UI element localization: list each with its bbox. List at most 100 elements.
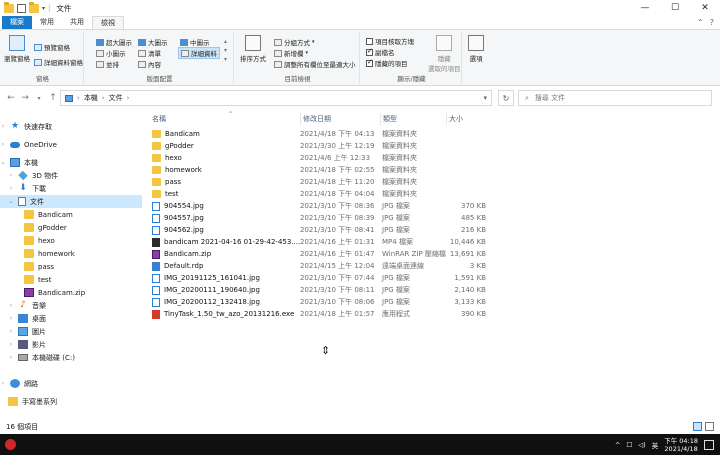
layout-tiles[interactable]: 並排 [96,59,119,69]
notification-center-icon[interactable] [704,439,714,450]
expand-arrow-icon[interactable]: › [8,185,14,192]
hide-selected-button[interactable]: 隱藏 選取的項目 [428,35,461,73]
collapse-arrow-icon[interactable]: ⌄ [8,198,14,205]
up-arrow-icon[interactable]: ↑ [46,93,60,103]
show-hidden-icons-icon[interactable]: ^ [615,441,620,449]
layout-medium-icons[interactable]: 中圖示 [180,37,210,47]
collapse-arrow-icon[interactable]: ⌄ [0,159,6,166]
file-row[interactable]: Bandicam.zip 2021/4/16 上午 01:47 WinRAR ZIP… [148,248,498,260]
nav-item-homework[interactable]: homework [0,247,142,260]
expand-arrow-icon[interactable]: › [8,354,14,361]
file-row[interactable]: gPodder 2021/3/30 上午 12:19 檔案資料夾 [148,140,498,152]
file-row[interactable]: 904562.jpg 2021/3/10 下午 08:41 JPG 檔案 216 KB [148,224,498,236]
expand-arrow-icon[interactable]: › [0,380,6,387]
nav-item-quick-access[interactable]: › ★ 快速存取 [0,120,142,133]
nav-item-music[interactable]: › ♪ 音樂 [0,299,142,312]
layout-details[interactable]: 詳細資料 [178,47,220,59]
file-row[interactable]: IMG_20200112_132418.jpg 2021/3/10 下午 08:0… [148,296,498,308]
file-row[interactable]: homework 2021/4/18 下午 02:55 檔案資料夾 [148,164,498,176]
volume-icon[interactable]: ◁) [638,441,646,449]
nav-item-this-pc[interactable]: ⌄ 本機 [0,156,142,169]
nav-item-desktop[interactable]: › 桌面 [0,312,142,325]
nav-item-handwriting-series[interactable]: 手寫墨系列 [0,395,142,408]
tab-home[interactable]: 常用 [32,16,62,29]
options-button[interactable]: 選項 [468,35,484,63]
size-all-columns-button[interactable]: 調整所有欄位至最適大小 [274,59,356,69]
refresh-button[interactable]: ↻ [498,90,514,106]
expand-arrow-icon[interactable]: › [8,172,14,179]
nav-item-onedrive[interactable]: › OneDrive [0,138,142,151]
nav-item-local-disk-c[interactable]: › 本機磁碟 (C:) [0,351,142,364]
file-row[interactable]: Default.rdp 2021/4/15 上午 12:04 遠端桌面連線 3 KB [148,260,498,272]
nav-item-3d-objects[interactable]: › 3D 物件 [0,169,142,182]
forward-arrow-icon[interactable]: → [18,93,32,103]
file-row[interactable]: 904554.jpg 2021/3/10 下午 08:36 JPG 檔案 370 KB [148,200,498,212]
tab-file[interactable]: 檔案 [2,16,32,29]
sort-by-button[interactable]: 排序方式 [240,35,266,63]
clock[interactable]: 下午 04:18 2021/4/18 [664,437,698,453]
nav-item-test[interactable]: test [0,273,142,286]
recent-locations-chevron-icon[interactable]: ▾ [32,95,46,102]
file-row[interactable]: IMG_20191125_161041.jpg 2021/3/10 下午 07:4… [148,272,498,284]
nav-item-downloads[interactable]: › ⬇ 下載 [0,182,142,195]
nav-item-pictures[interactable]: › 圖片 [0,325,142,338]
nav-item-bandicam-zip[interactable]: Bandicam.zip [0,286,142,299]
new-folder-icon[interactable] [29,1,39,13]
address-dropdown-icon[interactable]: ▾ [483,94,487,102]
expand-arrow-icon[interactable]: › [8,341,14,348]
file-row[interactable]: test 2021/4/18 下午 04:04 檔案資料夾 [148,188,498,200]
tab-share[interactable]: 共用 [62,16,92,29]
expand-arrow-icon[interactable]: › [0,141,6,148]
layout-large-icons[interactable]: 大圖示 [138,37,168,47]
expand-arrow-icon[interactable]: › [0,123,6,130]
expand-arrow-icon[interactable]: › [8,302,14,309]
expand-arrow-icon[interactable]: › [8,315,14,322]
file-row[interactable]: pass 2021/4/18 上午 11:20 檔案資料夾 [148,176,498,188]
start-button[interactable] [0,434,20,455]
nav-item-network[interactable]: › 網路 [0,377,142,390]
column-header-type[interactable]: 類型 [380,113,397,125]
file-row[interactable]: bandicam 2021-04-16 01-29-42-453.... 2021… [148,236,498,248]
help-icon[interactable]: ? [710,18,714,27]
address-bar[interactable]: › 本機 › 文件 › ▾ [60,90,492,106]
column-header-size[interactable]: 大小 [446,113,463,125]
customize-toolbar-icon[interactable]: ▾ [42,5,45,12]
nav-item-pass[interactable]: pass [0,260,142,273]
nav-item-bandicam[interactable]: Bandicam [0,208,142,221]
maximize-button[interactable]: ☐ [660,0,690,16]
properties-icon[interactable] [17,3,26,13]
back-arrow-icon[interactable]: ← [4,93,18,103]
large-icons-view-icon[interactable] [705,422,714,431]
group-by-button[interactable]: 分組方式 ▾ [274,37,315,47]
nav-item-documents[interactable]: ⌄ 文件 [0,195,142,208]
navigation-pane-button[interactable]: 瀏覽窗格 [4,35,30,63]
tab-view[interactable]: 檢視 [92,16,124,29]
nav-item-hexo[interactable]: hexo [0,234,142,247]
layout-content[interactable]: 內容 [138,59,161,69]
column-header-date[interactable]: 修改日期 [300,113,331,125]
item-checkboxes-toggle[interactable]: 項目核取方塊 [366,36,414,46]
file-row[interactable]: TinyTask_1.50_tw_azo_20131216.exe 2021/4/… [148,308,498,320]
add-columns-button[interactable]: 新增欄 ▾ [274,48,308,58]
nav-item-gpodder[interactable]: gPodder [0,221,142,234]
file-row[interactable]: IMG_20200111_190640.jpg 2021/3/10 下午 08:1… [148,284,498,296]
preview-pane-button[interactable]: 預覽窗格 [34,42,70,52]
file-row[interactable]: 904557.jpg 2021/3/10 下午 08:39 JPG 檔案 485 KB [148,212,498,224]
column-header-name[interactable]: 名稱 ^ [152,111,233,125]
breadcrumb-segment[interactable]: 文件 [109,93,123,103]
nav-item-videos[interactable]: › 影片 [0,338,142,351]
network-status-icon[interactable]: ☐ [626,441,632,449]
collapse-ribbon-icon[interactable]: ⌃ [697,18,704,27]
details-pane-button[interactable]: 詳細資料窗格 [34,57,83,67]
expand-arrow-icon[interactable]: › [8,328,14,335]
layout-small-icons[interactable]: 小圖示 [96,48,126,58]
layout-scroll-arrows[interactable]: ▴ ▾ ▾ [224,37,227,64]
ime-indicator[interactable]: 英 [652,440,659,450]
minimize-button[interactable]: — [630,0,660,16]
layout-extra-large-icons[interactable]: 超大圖示 [96,37,132,47]
file-extensions-toggle[interactable]: 副檔名 [366,47,395,57]
search-box[interactable]: ⌕ 搜尋 文件 [518,90,712,106]
layout-list[interactable]: 清單 [138,48,161,58]
breadcrumb-segment[interactable]: 本機 [84,93,98,103]
hidden-items-toggle[interactable]: 隱藏的項目 [366,58,408,68]
